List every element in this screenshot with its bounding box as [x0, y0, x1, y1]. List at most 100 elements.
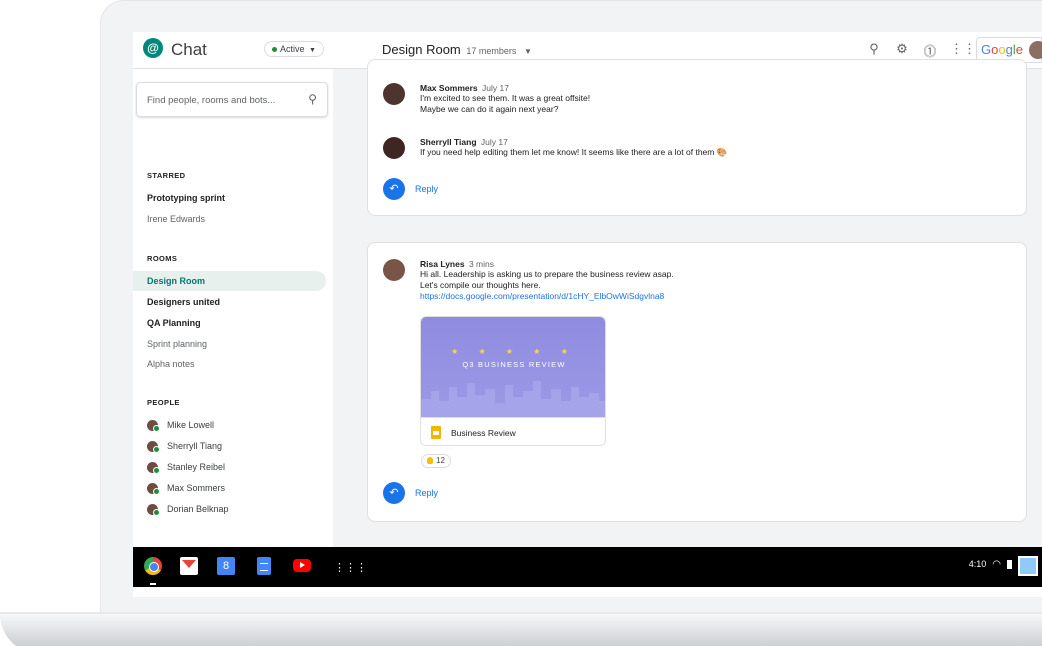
- account-avatar: [1029, 41, 1042, 59]
- message-body: Max Sommers July 17 I'm excited to see t…: [420, 83, 980, 115]
- person-name: Mike Lowell: [167, 420, 215, 430]
- sidebar-person[interactable]: Sherryll Tiang: [147, 441, 223, 454]
- preview-image: ★ ★ ★ ★ ★ Q3 BUSINESS REVIEW: [421, 317, 605, 417]
- person-name: Stanley Reibel: [167, 462, 226, 472]
- preview-label: Business Review: [451, 428, 516, 438]
- message-text: Let's compile our thoughts here.: [420, 280, 541, 290]
- message-text: I'm excited to see them. It was a great …: [420, 93, 591, 103]
- preview-footer: Business Review: [421, 417, 605, 445]
- sidebar-person[interactable]: Stanley Reibel: [147, 462, 226, 475]
- google-letter: e: [1015, 42, 1023, 57]
- sidebar-person[interactable]: Max Sommers: [147, 483, 226, 496]
- app-screen: @ Chat Active ▼ Design Room 17 members ▼…: [133, 32, 1042, 597]
- docs-icon[interactable]: [257, 557, 271, 575]
- avatar: [147, 420, 160, 433]
- reply-label: Reply: [415, 488, 439, 498]
- sender-line: Risa Lynes 3 mins: [420, 259, 980, 269]
- avatar: [147, 462, 160, 475]
- wifi-icon: ◠: [992, 559, 1001, 570]
- search-placeholder: Find people, rooms and bots...: [147, 95, 276, 106]
- message-link[interactable]: https://docs.google.com/presentation/d/1…: [420, 291, 980, 302]
- reply-arrow-icon: ↶: [383, 178, 405, 200]
- user-avatar[interactable]: [1018, 556, 1038, 576]
- os-shelf: 8 ⋮⋮⋮ 4:10 ◠: [133, 547, 1042, 587]
- room-title: Design Room: [382, 42, 461, 57]
- avatar: [383, 137, 405, 159]
- avatar: [383, 259, 405, 281]
- person-name: Sherryll Tiang: [167, 441, 223, 451]
- google-letter: o: [998, 42, 1006, 57]
- sidebar-item-qa-planning[interactable]: QA Planning: [147, 318, 201, 328]
- timestamp: 3 mins: [468, 259, 494, 269]
- sender-line: Max Sommers July 17: [420, 83, 980, 93]
- reply-button[interactable]: ↶ Reply: [383, 178, 438, 200]
- sidebar-person[interactable]: Mike Lowell: [147, 420, 215, 433]
- reply-arrow-icon: ↶: [383, 482, 405, 504]
- google-letter: g: [1005, 42, 1013, 57]
- person-name: Max Sommers: [167, 483, 226, 493]
- reply-button[interactable]: ↶ Reply: [383, 482, 438, 504]
- skyline-illustration: [421, 381, 605, 417]
- timestamp: July 17: [482, 83, 509, 93]
- gmail-icon[interactable]: [180, 557, 198, 575]
- avatar: [147, 483, 160, 496]
- sidebar-item-irene-edwards[interactable]: Irene Edwards: [147, 214, 205, 224]
- app-launcher-icon[interactable]: ⋮⋮⋮: [334, 561, 367, 574]
- avatar: [383, 83, 405, 105]
- avatar: [147, 504, 160, 517]
- help-icon[interactable]: ⓵: [922, 41, 938, 60]
- sender-line: Sherryll Tiang July 17: [420, 137, 980, 147]
- section-label-people: PEOPLE: [147, 398, 180, 407]
- person-name: Dorian Belknap: [167, 504, 229, 514]
- search-input[interactable]: Find people, rooms and bots... ⚲: [136, 82, 328, 117]
- app-title: Chat: [171, 40, 207, 59]
- message-text: Maybe we can do it again next year?: [420, 104, 559, 114]
- status-chip[interactable]: Active ▼: [264, 41, 324, 57]
- reaction-count: 12: [436, 456, 445, 465]
- laptop-base: [0, 614, 1042, 646]
- sender-name: Risa Lynes: [420, 259, 465, 269]
- member-count: 17 members: [466, 46, 517, 56]
- reaction-chip[interactable]: 12: [421, 454, 451, 468]
- google-plus-icon[interactable]: 8: [217, 557, 235, 575]
- section-label-rooms: ROOMS: [147, 254, 178, 263]
- message-body: Sherryll Tiang July 17 If you need help …: [420, 137, 980, 158]
- conversation-pane: Max Sommers July 17 I'm excited to see t…: [333, 59, 1042, 547]
- search-icon[interactable]: ⚲: [308, 92, 317, 106]
- apps-grid-icon[interactable]: ⋮⋮: [950, 41, 976, 57]
- status-label: Active: [280, 44, 305, 54]
- stars-decoration: ★ ★ ★ ★ ★: [451, 347, 577, 356]
- active-dot-icon: [272, 47, 277, 53]
- youtube-icon[interactable]: [293, 559, 311, 572]
- sidebar-item-prototyping-sprint[interactable]: Prototyping sprint: [147, 193, 225, 203]
- section-label-starred: STARRED: [147, 171, 186, 180]
- timestamp: July 17: [480, 137, 508, 147]
- message-text: Hi all. Leadership is asking us to prepa…: [420, 269, 674, 279]
- sender-name: Sherryll Tiang: [420, 137, 477, 147]
- search-icon[interactable]: ⚲: [866, 41, 882, 57]
- gear-icon[interactable]: ⚙: [894, 41, 910, 57]
- clock: 4:10: [968, 559, 987, 569]
- clap-emoji-icon: [427, 457, 433, 465]
- running-indicator: [150, 583, 156, 585]
- avatar: [147, 441, 160, 454]
- sidebar-item-design-room[interactable]: Design Room: [133, 271, 326, 291]
- status-tray[interactable]: 4:10 ◠: [969, 559, 1012, 570]
- preview-image-title: Q3 BUSINESS REVIEW: [462, 360, 566, 369]
- sidebar-item-alpha-notes[interactable]: Alpha notes: [147, 359, 195, 369]
- link-preview-card[interactable]: ★ ★ ★ ★ ★ Q3 BUSINESS REVIEW Business Re…: [420, 316, 606, 446]
- sidebar-person[interactable]: Dorian Belknap: [147, 504, 229, 517]
- battery-icon: [1007, 560, 1012, 570]
- reply-label: Reply: [415, 184, 439, 194]
- sidebar-item-sprint-planning[interactable]: Sprint planning: [147, 339, 207, 349]
- sidebar-item-designers-united[interactable]: Designers united: [147, 297, 220, 307]
- laptop-mockup: @ Chat Active ▼ Design Room 17 members ▼…: [0, 0, 1042, 646]
- room-header[interactable]: Design Room 17 members ▼: [382, 42, 532, 57]
- chrome-icon[interactable]: [144, 557, 162, 575]
- chevron-down-icon: ▼: [309, 47, 316, 54]
- chevron-down-icon: ▼: [524, 47, 532, 56]
- message-body: Risa Lynes 3 mins Hi all. Leadership is …: [420, 259, 980, 302]
- google-letter: G: [981, 42, 992, 57]
- message-text: If you need help editing them let me kno…: [420, 147, 728, 157]
- sidebar: Find people, rooms and bots... ⚲ STARRED…: [133, 69, 333, 547]
